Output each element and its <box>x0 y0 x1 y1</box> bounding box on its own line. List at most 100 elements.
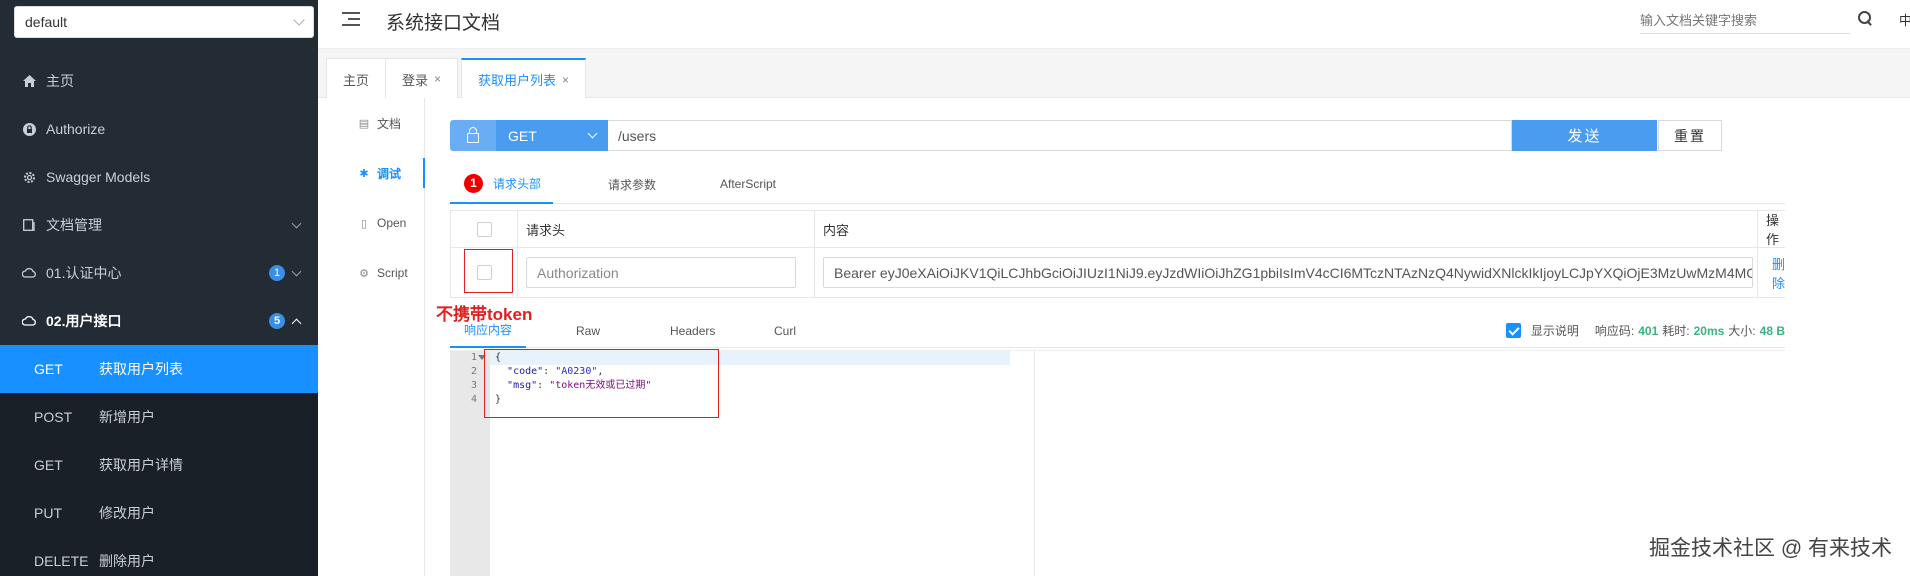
doc-nav-open[interactable]: ▯ Open <box>318 198 424 248</box>
chevron-up-icon <box>291 318 302 328</box>
bug-icon: ✱ <box>359 167 369 180</box>
sidebar-subitem-label: 获取用户列表 <box>99 361 183 377</box>
method-select[interactable]: GET <box>496 120 608 151</box>
menu-fold-icon[interactable] <box>342 12 360 26</box>
tab-label: 请求参数 <box>608 177 657 192</box>
doc-nav-label: 文档 <box>377 116 402 131</box>
chevron-down-icon <box>291 218 302 228</box>
method-select-value: GET <box>508 127 537 144</box>
tab-get-users[interactable]: 获取用户列表 × <box>461 58 587 99</box>
sidebar-item-label: 01.认证中心 <box>46 265 122 281</box>
sidebar-item-label: Swagger Models <box>46 169 151 185</box>
watermark: 掘金技术社区 @ 有来技术 <box>1649 537 1892 560</box>
cloud-icon <box>22 314 36 328</box>
show-desc-checkbox[interactable] <box>1505 323 1521 338</box>
tab-label: AfterScript <box>720 177 777 191</box>
send-button[interactable]: 发送 <box>1512 120 1657 151</box>
group-select-value: default <box>25 14 68 30</box>
sidebar-subitem-label: 获取用户详情 <box>99 457 183 473</box>
http-method: GET <box>34 457 63 473</box>
sidebar-subitem-get-users[interactable]: GET 获取用户列表 <box>0 345 318 393</box>
table-header-row: 请求头 内容 操作 <box>450 211 1785 248</box>
response-tabs: 响应内容 Raw Headers Curl 显示说明 响应码: 401 耗时: … <box>450 313 1785 348</box>
delete-header-link[interactable]: 删除 <box>1772 254 1785 292</box>
chevron-down-icon <box>291 266 302 276</box>
folder-icon <box>22 218 36 232</box>
language-switch[interactable]: 中 <box>1899 10 1910 29</box>
http-method: POST <box>34 409 73 425</box>
sidebar-subitem-label: 修改用户 <box>99 505 155 521</box>
top-header: 系统接口文档 中 <box>318 0 1910 40</box>
sidebar-item-label: 文档管理 <box>46 217 102 233</box>
search-icon[interactable] <box>1858 11 1872 25</box>
header-name-input[interactable]: Authorization <box>526 257 796 288</box>
sidebar-subitem-delete-user[interactable]: DELETE 删除用户 <box>0 537 318 576</box>
sidebar: default 主页 Authorize Swagger Models 文档管理… <box>0 0 318 576</box>
response-meta: 显示说明 响应码: 401 耗时: 20ms 大小: 48 B <box>1505 313 1785 348</box>
tabs-bar: 主页 登录 × 获取用户列表 × <box>318 48 1910 99</box>
sidebar-subitem-update-user[interactable]: PUT 修改用户 <box>0 489 318 537</box>
url-input[interactable]: /users <box>608 120 1512 151</box>
sidebar-item-user-api[interactable]: 02.用户接口 5 <box>0 297 318 345</box>
auth-lock-button[interactable] <box>450 120 496 151</box>
show-desc-label: 显示说明 <box>1530 324 1579 338</box>
http-method: DELETE <box>34 553 89 569</box>
sidebar-item-authorize[interactable]: Authorize <box>0 105 318 153</box>
count-badge: 1 <box>269 265 285 281</box>
close-icon[interactable]: × <box>434 72 441 86</box>
annotation-box-response <box>484 349 719 418</box>
sidebar-item-label: 02.用户接口 <box>46 313 122 329</box>
annotation-box-checkbox <box>464 249 513 293</box>
header-value-input[interactable]: Bearer eyJ0eXAiOiJKV1QiLCJhbGciOiJIUzI1N… <box>823 257 1753 288</box>
page-title: 系统接口文档 <box>386 13 501 34</box>
sidebar-subitem-label: 新增用户 <box>99 409 155 425</box>
group-select[interactable]: default <box>14 6 314 38</box>
response-time: 20ms <box>1693 323 1725 338</box>
column-header: 内容 <box>815 211 1758 247</box>
chevron-down-icon <box>293 14 305 26</box>
sidebar-menu: 主页 Authorize Swagger Models 文档管理 01.认证中心… <box>0 57 318 576</box>
sidebar-item-label: 主页 <box>46 73 74 89</box>
search-input[interactable] <box>1640 8 1850 34</box>
tab-response-curl[interactable]: Curl <box>774 313 796 348</box>
doc-nav: ▤ 文档 ✱ 调试 ▯ Open ⚙ Script <box>318 98 425 576</box>
gear-icon: ⚙ <box>359 267 369 280</box>
sidebar-item-swagger-models[interactable]: Swagger Models <box>0 153 318 201</box>
count-badge: 5 <box>269 313 285 329</box>
tab-login[interactable]: 登录 × <box>385 58 459 99</box>
tab-label: 登录 <box>402 72 429 88</box>
sidebar-item-doc-manage[interactable]: 文档管理 <box>0 201 318 249</box>
sidebar-item-label: Authorize <box>46 121 106 137</box>
tab-response-headers[interactable]: Headers <box>670 313 715 348</box>
sidebar-subitem-user-detail[interactable]: GET 获取用户详情 <box>0 441 318 489</box>
editor-divider <box>1034 351 1035 576</box>
file-icon: ▯ <box>360 217 368 230</box>
sidebar-item-home[interactable]: 主页 <box>0 57 318 105</box>
doc-nav-label: Open <box>377 216 407 230</box>
doc-nav-doc[interactable]: ▤ 文档 <box>318 98 424 148</box>
cloud-icon <box>22 266 36 280</box>
tab-home[interactable]: 主页 <box>326 58 387 99</box>
sidebar-subitem-label: 删除用户 <box>99 553 155 569</box>
close-icon[interactable]: × <box>562 73 569 87</box>
tab-request-params[interactable]: 请求参数 <box>608 164 656 204</box>
doc-nav-script[interactable]: ⚙ Script <box>318 248 424 298</box>
lock-icon <box>467 126 479 143</box>
doc-nav-debug[interactable]: ✱ 调试 <box>318 148 425 198</box>
tab-request-headers[interactable]: 1 请求头部 <box>450 164 554 204</box>
status-code: 401 <box>1638 323 1659 338</box>
response-size: 48 B <box>1759 323 1785 338</box>
size-label: 大小: <box>1728 324 1756 338</box>
debug-panel: GET /users 发送 重置 1 请求头部 请求参数 AfterScript <box>426 98 1910 576</box>
sidebar-item-auth-center[interactable]: 01.认证中心 1 <box>0 249 318 297</box>
step-badge: 1 <box>464 173 483 193</box>
tab-response-raw[interactable]: Raw <box>576 313 600 348</box>
annotation-label: 不携带token <box>436 305 533 324</box>
sidebar-subitem-add-user[interactable]: POST 新增用户 <box>0 393 318 441</box>
doc-nav-label: Script <box>377 266 408 280</box>
lock-icon <box>22 122 36 136</box>
tab-after-script[interactable]: AfterScript <box>720 164 776 204</box>
reset-button[interactable]: 重置 <box>1658 120 1722 151</box>
select-all-checkbox[interactable] <box>476 221 492 237</box>
gear-icon <box>22 170 36 184</box>
